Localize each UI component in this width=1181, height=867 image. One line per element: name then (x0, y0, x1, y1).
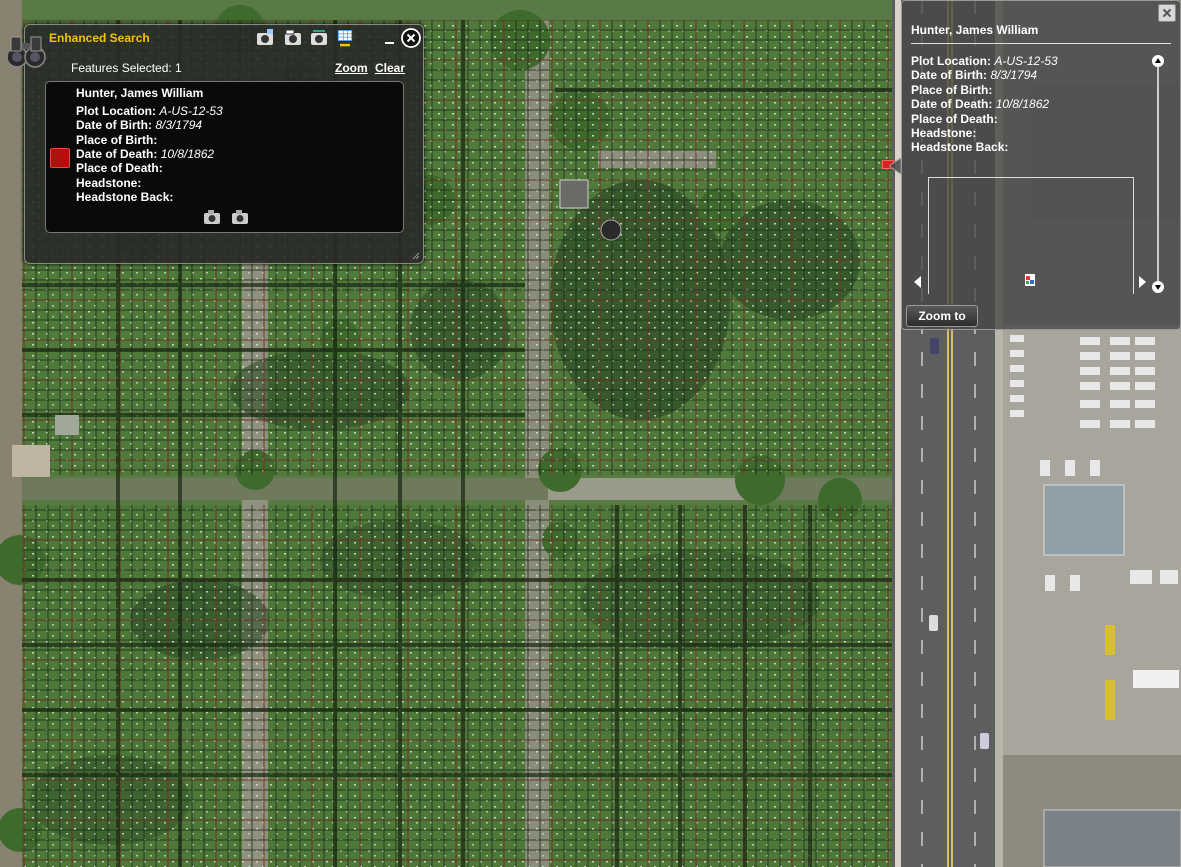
enhanced-search-widget: Enhanced Search Features Selected: 1 Zoo… (6, 24, 424, 264)
dob-value: 8/3/1794 (155, 118, 203, 132)
result-plot-location: Plot Location: A-US-12-53 (76, 104, 223, 118)
popup-plot-location: Plot Location: A-US-12-53 (911, 54, 1058, 68)
result-headstone-back: Headstone Back: (76, 190, 174, 204)
dob-label: Date of Birth: (76, 118, 152, 132)
minimize-button[interactable] (385, 34, 395, 44)
headstone-photo-icon[interactable] (203, 209, 221, 225)
widget-title: Enhanced Search (49, 31, 150, 45)
features-selected-count: Features Selected: 1 (71, 61, 182, 75)
result-place-of-death: Place of Death: (76, 161, 163, 175)
media-next-icon[interactable] (1139, 276, 1146, 288)
popup-plot-location-label: Plot Location: (911, 54, 991, 68)
result-symbol-swatch[interactable] (50, 148, 70, 168)
result-name: Hunter, James William (76, 86, 204, 100)
zoom-to-button[interactable]: Zoom to (906, 305, 978, 327)
dod-label: Date of Death: (76, 147, 158, 161)
results-table-icon[interactable] (335, 28, 355, 48)
dod-value: 10/8/1862 (160, 147, 215, 161)
popup-place-of-birth: Place of Birth: (911, 83, 993, 97)
popup-place-of-death: Place of Death: (911, 112, 998, 126)
result-date-of-death: Date of Death: 10/8/1862 (76, 147, 214, 161)
result-headstone: Headstone: (76, 176, 142, 190)
image-placeholder-icon (1024, 273, 1036, 287)
binoculars-icon (6, 36, 46, 68)
popup-title: Hunter, James William (911, 23, 1039, 37)
resize-grip-icon[interactable] (412, 252, 420, 260)
zoom-link[interactable]: Zoom (335, 61, 368, 75)
popup-dob-label: Date of Birth: (911, 68, 987, 82)
media-previous-icon[interactable] (914, 276, 921, 288)
scroll-up-icon[interactable] (1152, 55, 1164, 67)
search-by-text-icon[interactable] (309, 28, 329, 48)
info-popup: Hunter, James William Plot Location: A-U… (901, 0, 1181, 330)
popup-dob-value: 8/3/1794 (990, 68, 1038, 82)
search-result-item[interactable]: Hunter, James William Plot Location: A-U… (45, 81, 404, 233)
search-by-graphic-icon[interactable] (283, 28, 303, 48)
popup-headstone: Headstone: (911, 126, 977, 140)
search-by-layer-icon[interactable] (255, 28, 275, 48)
result-place-of-birth: Place of Birth: (76, 133, 158, 147)
plot-location-label: Plot Location: (76, 104, 156, 118)
popup-dod-label: Date of Death: (911, 97, 993, 111)
result-date-of-birth: Date of Birth: 8/3/1794 (76, 118, 202, 132)
popup-scrollbar[interactable] (1157, 61, 1159, 287)
headstone-back-photo-icon[interactable] (231, 209, 249, 225)
popup-pointer (889, 158, 901, 174)
popup-headstone-back: Headstone Back: (911, 140, 1009, 154)
popup-close-icon[interactable] (1158, 4, 1176, 22)
popup-dod-value: 10/8/1862 (995, 97, 1050, 111)
close-icon[interactable] (401, 28, 421, 48)
clear-link[interactable]: Clear (375, 61, 405, 75)
plot-location-value: A-US-12-53 (159, 104, 223, 118)
popup-date-of-birth: Date of Birth: 8/3/1794 (911, 68, 1037, 82)
scroll-down-icon[interactable] (1152, 281, 1164, 293)
popup-date-of-death: Date of Death: 10/8/1862 (911, 97, 1049, 111)
popup-divider (911, 43, 1171, 44)
popup-plot-location-value: A-US-12-53 (994, 54, 1058, 68)
